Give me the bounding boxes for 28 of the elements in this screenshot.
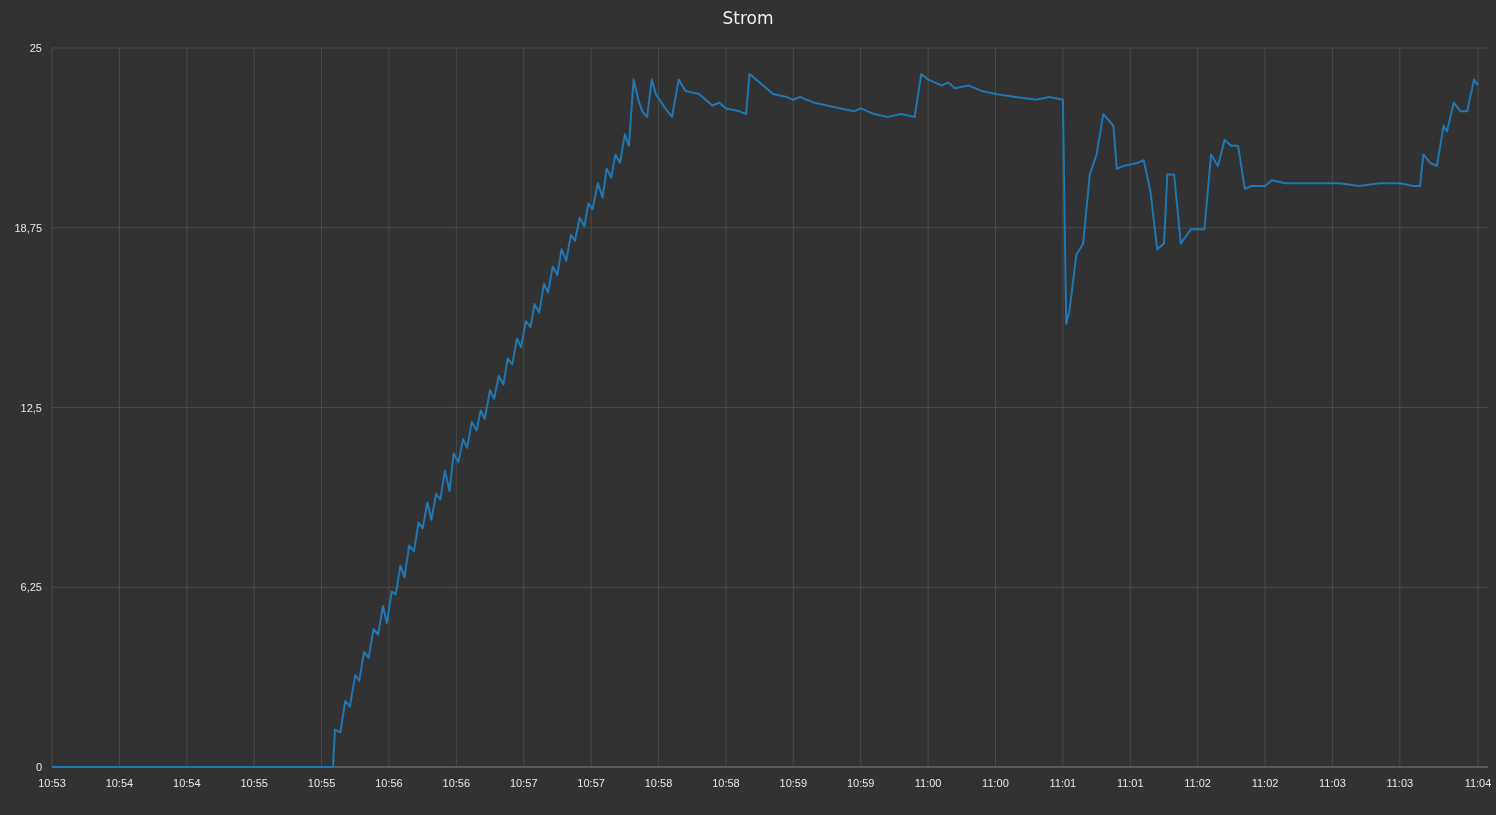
y-tick-label: 25 bbox=[29, 42, 42, 54]
x-tick-label: 10:56 bbox=[442, 777, 471, 789]
y-tick-label: 0 bbox=[35, 761, 42, 773]
x-tick-label: 10:55 bbox=[307, 777, 336, 789]
y-tick-label: 18,75 bbox=[14, 221, 42, 234]
x-tick-label: 10:53 bbox=[38, 777, 66, 789]
x-tick-label: 10:55 bbox=[240, 777, 268, 789]
x-tick-label: 11:01 bbox=[1116, 777, 1144, 789]
x-tick-label: 10:57 bbox=[509, 777, 538, 789]
x-tick-label: 11:04 bbox=[1464, 777, 1492, 789]
x-tick-label: 10:59 bbox=[779, 777, 808, 789]
x-tick-label: 11:03 bbox=[1386, 777, 1414, 789]
x-tick-label: 11:02 bbox=[1251, 777, 1279, 789]
chart-title: Strom bbox=[721, 7, 775, 30]
x-tick-label: 11:00 bbox=[914, 777, 942, 789]
x-tick-label: 11:00 bbox=[982, 777, 1009, 789]
y-tick-label: 6,25 bbox=[20, 581, 42, 594]
y-tick-label: 12,5 bbox=[20, 401, 42, 414]
x-tick-label: 11:01 bbox=[1049, 777, 1077, 789]
x-tick-label: 10:56 bbox=[375, 777, 403, 789]
x-tick-label: 11:03 bbox=[1319, 777, 1346, 789]
x-tick-label: 10:57 bbox=[577, 777, 605, 789]
x-tick-label: 10:54 bbox=[105, 777, 134, 789]
x-tick-label: 11:02 bbox=[1184, 777, 1211, 789]
x-tick-label: 10:59 bbox=[846, 777, 875, 789]
x-tick-label: 10:58 bbox=[644, 777, 673, 789]
x-tick-label: 10:58 bbox=[712, 777, 740, 789]
x-tick-label: 10:54 bbox=[173, 777, 201, 789]
